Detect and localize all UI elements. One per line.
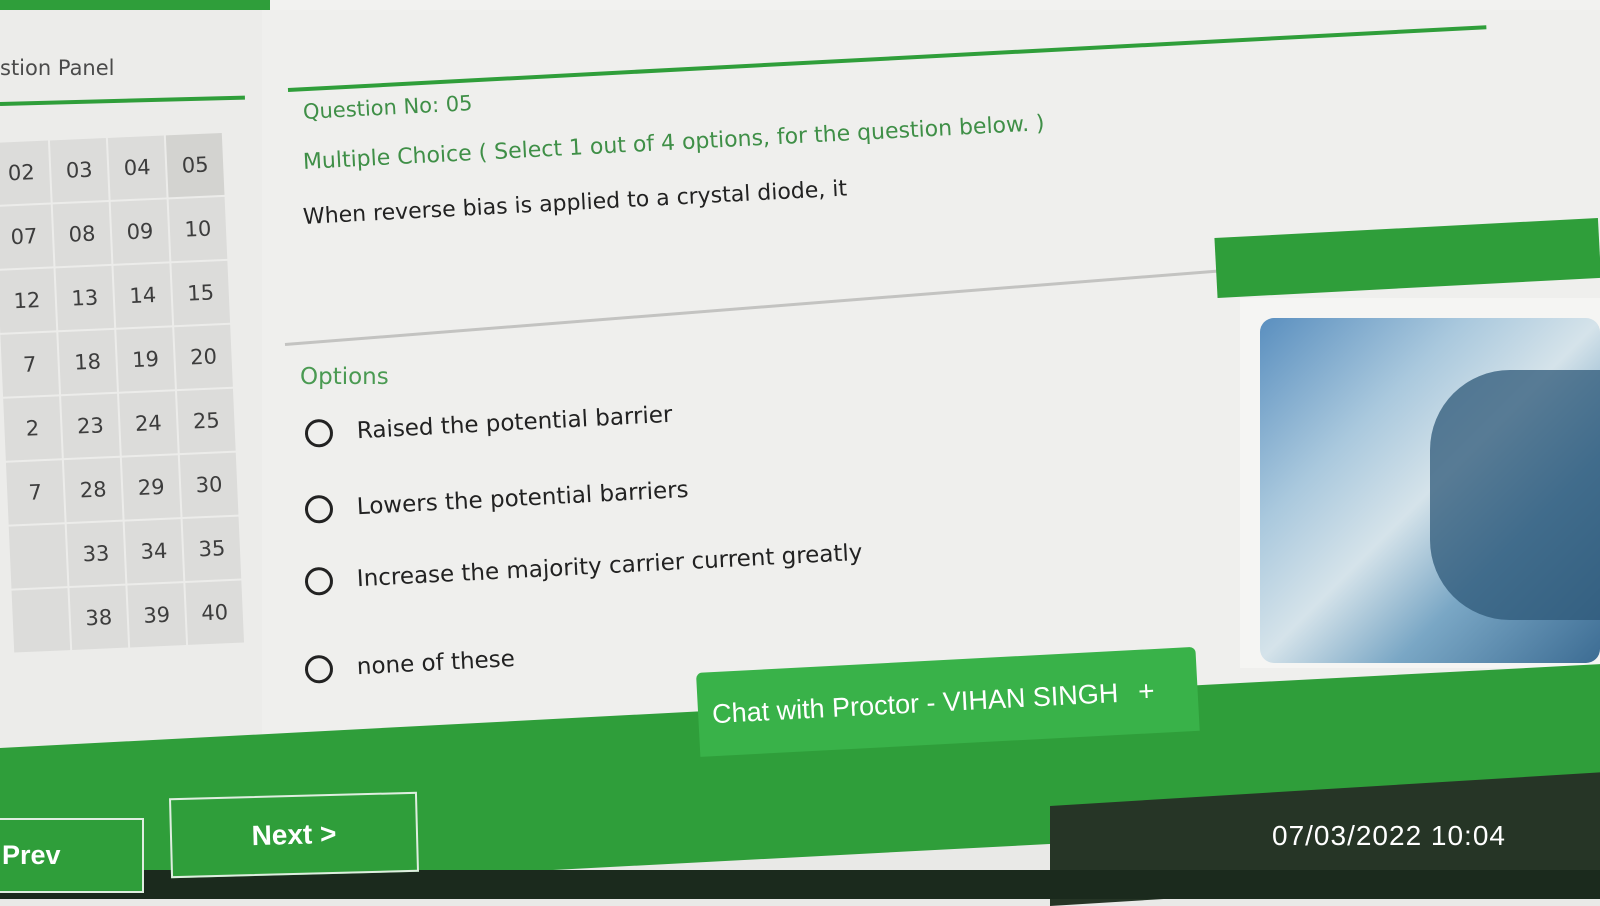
chat-label: Chat with Proctor - VIHAN SINGH bbox=[711, 677, 1119, 729]
question-number-button[interactable]: 29 bbox=[121, 455, 181, 520]
question-number-button[interactable]: 07 bbox=[0, 204, 54, 269]
question-number-button[interactable]: 19 bbox=[116, 327, 175, 392]
question-number-button[interactable]: 40 bbox=[185, 580, 245, 645]
question-number-button[interactable]: 18 bbox=[58, 329, 117, 395]
question-number-button[interactable]: 30 bbox=[179, 452, 239, 518]
question-number-button[interactable]: 35 bbox=[182, 516, 242, 581]
radio-button[interactable] bbox=[304, 566, 334, 596]
question-number-button[interactable]: 03 bbox=[49, 138, 109, 203]
question-number-button[interactable]: 24 bbox=[119, 391, 178, 456]
question-number-button[interactable] bbox=[8, 524, 68, 589]
question-number-button[interactable]: 20 bbox=[174, 324, 233, 390]
question-number-button[interactable] bbox=[11, 588, 71, 653]
panel-divider bbox=[0, 95, 245, 106]
question-number-button[interactable]: 13 bbox=[55, 265, 115, 331]
plus-icon[interactable]: + bbox=[1137, 675, 1155, 708]
question-panel: stion Panel 02 03 04 05 07 08 09 10 12 13 14 15 7 18 1… bbox=[0, 10, 263, 825]
question-number-button[interactable]: 34 bbox=[124, 519, 184, 584]
question-number-button[interactable]: 09 bbox=[110, 199, 170, 264]
question-number-button[interactable]: 38 bbox=[69, 585, 129, 650]
question-number-button[interactable]: 7 bbox=[0, 332, 60, 397]
question-number-button[interactable]: 7 bbox=[5, 460, 65, 525]
question-number-button[interactable]: 04 bbox=[107, 135, 167, 200]
question-number-button[interactable]: 33 bbox=[66, 521, 126, 587]
question-number-button[interactable]: 12 bbox=[0, 268, 57, 333]
question-number-button[interactable]: 23 bbox=[61, 393, 120, 459]
photo-timestamp: 07/03/2022 10:04 bbox=[1272, 820, 1506, 851]
radio-button[interactable] bbox=[304, 418, 334, 448]
question-number-button[interactable]: 2 bbox=[3, 396, 62, 461]
webcam-person bbox=[1430, 370, 1600, 620]
next-button[interactable]: Next > bbox=[168, 791, 420, 879]
question-number-button[interactable]: 10 bbox=[168, 196, 228, 262]
question-number-button[interactable]: 08 bbox=[52, 201, 112, 267]
question-grid: 02 03 04 05 07 08 09 10 12 13 14 15 7 18 19 20 2 23 24 25 7 2… bbox=[0, 132, 245, 653]
top-header bbox=[270, 0, 1600, 10]
question-number-button[interactable]: 02 bbox=[0, 140, 51, 205]
question-number-button[interactable]: 05 bbox=[165, 132, 225, 198]
question-number-button[interactable]: 39 bbox=[127, 583, 187, 648]
question-number-button[interactable]: 15 bbox=[171, 260, 231, 326]
prev-button[interactable]: Prev bbox=[0, 818, 144, 893]
radio-button[interactable] bbox=[304, 494, 334, 524]
options-heading: Options bbox=[300, 364, 389, 390]
radio-button[interactable] bbox=[304, 654, 334, 684]
panel-title: stion Panel bbox=[0, 56, 115, 80]
question-number-button[interactable]: 28 bbox=[63, 457, 123, 523]
question-number-button[interactable]: 25 bbox=[177, 388, 236, 454]
question-number-button[interactable]: 14 bbox=[113, 263, 173, 328]
